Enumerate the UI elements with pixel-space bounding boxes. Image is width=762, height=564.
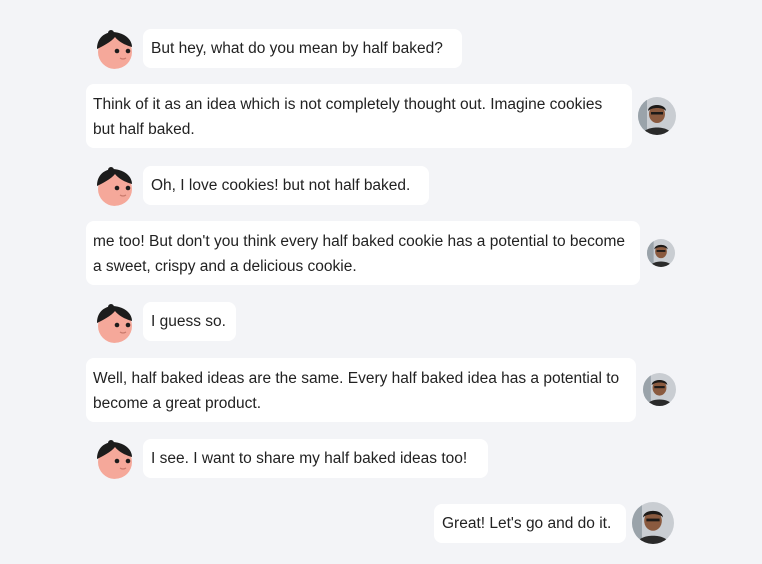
message-text: But hey, what do you mean by half baked?: [151, 40, 443, 57]
user-avatar-icon: [643, 373, 676, 406]
bot-message-bubble: I see. I want to share my half baked ide…: [143, 439, 488, 478]
message-text: Well, half baked ideas are the same. Eve…: [93, 370, 620, 412]
bot-avatar-icon: [93, 437, 135, 479]
message-text: me too! But don't you think every half b…: [93, 233, 626, 275]
message-text: I see. I want to share my half baked ide…: [151, 450, 468, 467]
bot-avatar-icon: [93, 301, 135, 343]
bot-message-bubble: I guess so.: [143, 302, 236, 341]
user-avatar-icon: [647, 239, 675, 267]
bot-message-bubble: But hey, what do you mean by half baked?: [143, 29, 462, 68]
user-message-bubble: Think of it as an idea which is not comp…: [86, 84, 632, 148]
user-message-bubble: me too! But don't you think every half b…: [86, 221, 640, 285]
bot-avatar-icon: [93, 27, 135, 69]
bot-message-bubble: Oh, I love cookies! but not half baked.: [143, 166, 429, 205]
user-message-bubble: Well, half baked ideas are the same. Eve…: [86, 358, 636, 422]
bot-avatar-icon: [93, 164, 135, 206]
message-text: Great! Let's go and do it.: [442, 515, 612, 532]
user-avatar-icon: [632, 502, 674, 544]
message-text: Think of it as an idea which is not comp…: [93, 96, 603, 138]
message-text: Oh, I love cookies! but not half baked.: [151, 177, 411, 194]
user-avatar-icon: [638, 97, 676, 135]
chat-window: But hey, what do you mean by half baked?…: [0, 0, 762, 564]
message-text: I guess so.: [151, 313, 226, 330]
user-message-bubble: Great! Let's go and do it.: [434, 504, 626, 543]
